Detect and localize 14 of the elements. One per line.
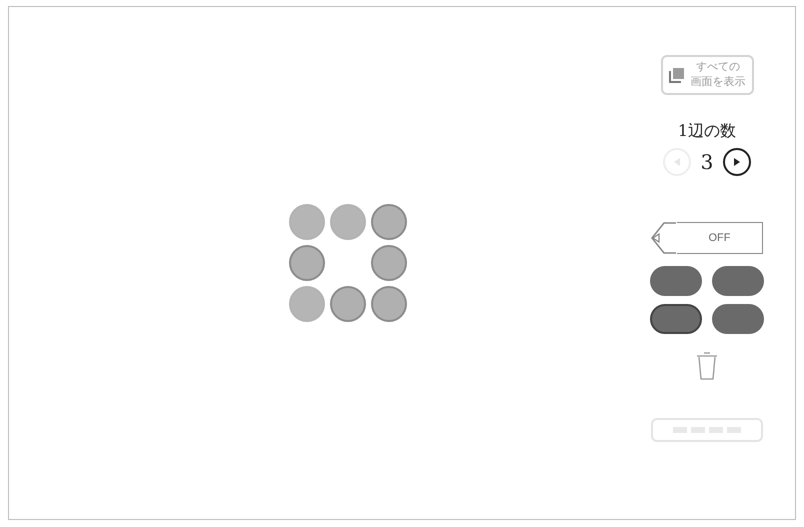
next-button[interactable] — [723, 148, 752, 176]
color-swatch[interactable] — [712, 304, 764, 334]
right-triangle-icon — [732, 157, 742, 167]
pen-toggle[interactable]: OFF — [677, 222, 763, 254]
layers-icon — [668, 67, 684, 83]
color-swatch[interactable] — [650, 266, 702, 296]
left-triangle-icon — [672, 157, 682, 167]
side-count-value: 3 — [700, 150, 714, 174]
show-all-screens-button[interactable]: すべての 画面を表示 — [660, 55, 754, 95]
side-count-label: 1辺の数 — [678, 121, 736, 142]
color-swatch[interactable] — [712, 266, 764, 296]
color-swatch[interactable] — [650, 304, 702, 334]
trash-icon[interactable] — [696, 350, 718, 380]
pen-tip-icon — [651, 222, 677, 254]
